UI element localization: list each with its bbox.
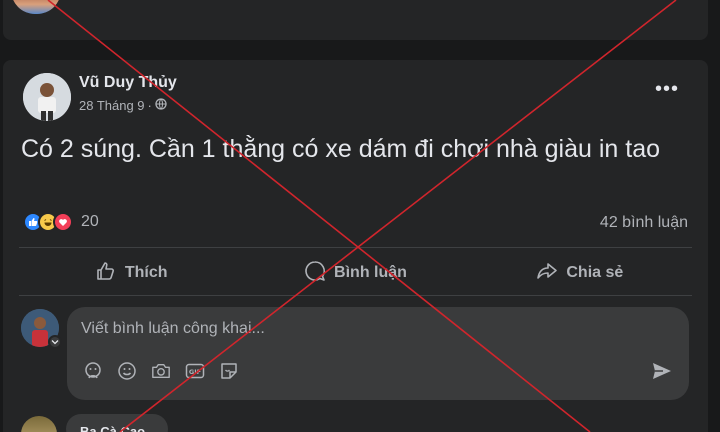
- send-icon[interactable]: [651, 361, 673, 386]
- share-label: Chia sẻ: [566, 264, 624, 281]
- comments-count[interactable]: 42 bình luận: [600, 214, 688, 232]
- comment-composer: GIF: [67, 307, 689, 400]
- post-card: Vũ Duy Thủy 28 Tháng 9 · ••• Có 2 súng. …: [3, 60, 708, 432]
- thumbs-up-icon: [95, 260, 117, 287]
- divider-bottom: [19, 295, 692, 296]
- post-content: Có 2 súng. Cần 1 thằng có xe dám đi chơi…: [21, 135, 661, 163]
- post-actions: Thích Bình luận Chia sẻ: [19, 253, 692, 293]
- more-options-button[interactable]: •••: [655, 79, 679, 99]
- comment-label: Bình luận: [334, 264, 407, 281]
- love-reaction-icon: [53, 212, 73, 232]
- account-switch-icon[interactable]: [48, 335, 62, 349]
- globe-icon: [155, 98, 167, 113]
- previous-post-card: [3, 0, 708, 40]
- gif-icon[interactable]: GIF: [185, 361, 205, 381]
- composer-tools: GIF: [83, 361, 239, 381]
- post-date[interactable]: 28 Tháng 9: [79, 98, 145, 113]
- reactions-summary[interactable]: 20: [23, 212, 99, 232]
- post-meta: 28 Tháng 9 ·: [79, 98, 167, 113]
- share-button[interactable]: Chia sẻ: [468, 253, 692, 293]
- emoji-icon[interactable]: [117, 361, 137, 381]
- comment-button[interactable]: Bình luận: [243, 253, 467, 293]
- reaction-count: 20: [81, 213, 99, 230]
- share-arrow-icon: [536, 260, 558, 287]
- like-button[interactable]: Thích: [19, 253, 243, 293]
- author-avatar[interactable]: [23, 73, 71, 121]
- camera-icon[interactable]: [151, 361, 171, 381]
- commenter-name[interactable]: Ba Cà Cao: [80, 424, 145, 432]
- like-label: Thích: [124, 264, 168, 281]
- author-name[interactable]: Vũ Duy Thủy: [79, 74, 177, 92]
- comment-bubble-icon: [304, 260, 326, 287]
- divider-top: [19, 247, 692, 248]
- previous-post-avatar[interactable]: [11, 0, 61, 14]
- avatar-sticker-icon[interactable]: [83, 361, 103, 381]
- comment-input[interactable]: [81, 315, 641, 343]
- svg-text:GIF: GIF: [189, 368, 201, 376]
- sticker-icon[interactable]: [219, 361, 239, 381]
